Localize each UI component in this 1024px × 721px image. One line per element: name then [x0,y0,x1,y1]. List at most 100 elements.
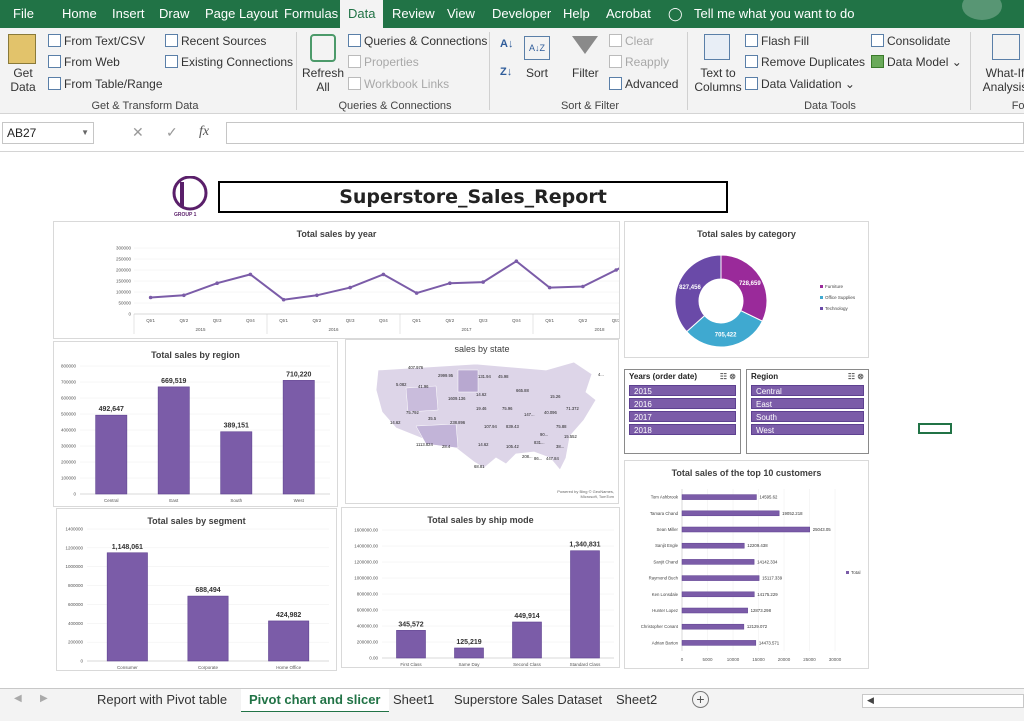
state-value-label: 90... [540,432,548,437]
sheet-tab-pivot-chart[interactable]: Pivot chart and slicer [241,689,389,713]
menu-acrobat[interactable]: Acrobat [606,0,651,28]
from-text-csv-button[interactable]: From Text/CSV [48,34,145,48]
x-tick-label: 5000 [702,657,713,662]
years-slicer[interactable]: Years (order date) ☷ ⊗ 2015 2016 2017 201… [624,369,741,454]
refresh-all-button[interactable]: Refresh All [302,66,344,94]
sales-by-segment-chart[interactable]: Total sales by segment 0 200000 400000 6000… [56,508,337,671]
cancel-icon[interactable]: ✕ [132,124,144,141]
recent-sources-button[interactable]: Recent Sources [165,34,266,48]
slicer-item-2017[interactable]: 2017 [629,411,736,422]
menu-page-layout[interactable]: Page Layout [205,0,278,28]
what-if-analysis-button[interactable]: What-If Analysis [980,66,1024,94]
y-tick-label: 200000 [116,268,132,273]
insert-function-icon[interactable]: fx [199,124,209,140]
slicer-item-west[interactable]: West [751,424,864,435]
sort-az-icon[interactable]: A↓ [500,38,513,50]
sales-by-category-chart[interactable]: Total sales by category 728,659 705,422 82… [624,221,869,358]
state-value-label: 147... [524,412,534,417]
y-tick-label: 150000 [116,279,132,284]
properties-button[interactable]: Properties [348,55,419,69]
sort-za-icon[interactable]: Z↓ [500,66,512,78]
region-bar-svg: 0 100000 200000 300000 400000 500000 600000 700… [61,364,330,503]
scroll-right-icon[interactable]: ▶ [40,693,48,704]
from-web-button[interactable]: From Web [48,55,120,69]
legend-swatch [846,571,849,574]
clear-button[interactable]: Clear [609,34,654,48]
bar [681,494,757,500]
data-model-button[interactable]: Data Model ⌄ [871,55,962,69]
sheet-tab-report[interactable]: Report with Pivot table [89,689,235,713]
text-to-columns-button[interactable]: Text to Columns [694,66,742,94]
state-value-label: 839.43 [506,424,519,429]
remove-duplicates-button[interactable]: Remove Duplicates [745,55,865,69]
consolidate-button[interactable]: Consolidate [871,34,950,48]
reapply-button[interactable]: Reapply [609,55,669,69]
worksheet-area[interactable]: GROUP 1 Superstore_Sales_Report Total sa… [0,152,1024,688]
menu-developer[interactable]: Developer [492,0,551,28]
account-icon[interactable] [962,0,1002,20]
state-value-label: 5.082 [396,382,407,387]
menu-view[interactable]: View [447,0,475,28]
legend-swatch [820,285,823,288]
top-customers-chart[interactable]: Total sales of the top 10 customers 0 500… [624,460,869,669]
horizontal-scrollbar[interactable]: ◀ [862,694,1024,708]
sort-button[interactable]: Sort [526,66,548,80]
get-data-button[interactable]: Get Data [6,66,40,94]
existing-connections-button[interactable]: Existing Connections [165,55,293,69]
flash-fill-button[interactable]: Flash Fill [745,34,809,48]
map-credit: Powered by Bing © GeoNames, Microsoft, T… [557,489,614,499]
slicer-item-east[interactable]: East [751,398,864,409]
advanced-button[interactable]: Advanced [609,77,678,91]
formula-input[interactable] [226,122,1024,144]
slicer-item-central[interactable]: Central [751,385,864,396]
menu-home[interactable]: Home [62,0,97,28]
chevron-down-icon[interactable]: ▼ [81,123,89,143]
slicer-item-2016[interactable]: 2016 [629,398,736,409]
slicer-item-2018[interactable]: 2018 [629,424,736,435]
menu-draw[interactable]: Draw [159,0,189,28]
y-tick-label: 400000 [68,621,84,626]
menu-insert[interactable]: Insert [112,0,145,28]
tell-me-search[interactable]: Tell me what you want to do [694,0,854,28]
slicer-item-2015[interactable]: 2015 [629,385,736,396]
add-sheet-icon[interactable]: + [692,691,709,708]
menu-data[interactable]: Data [340,0,384,28]
from-web-label: From Web [64,55,120,69]
queries-connections-button[interactable]: Queries & Connections [348,34,487,48]
menu-file[interactable]: File [13,0,34,28]
state-value-label: 14.62 [476,392,487,397]
clear-icon [609,34,622,47]
sheet-tab-sheet2[interactable]: Sheet2 [608,689,665,713]
name-box[interactable]: AB27 ▼ [2,122,94,144]
data-point [514,259,519,263]
logo-text: GROUP 1 [174,212,197,218]
menu-help[interactable]: Help [563,0,590,28]
x-tick-label: Standard Class [570,662,602,667]
group-get-transform: Get & Transform Data [91,100,199,112]
clear-filter-icon[interactable]: ☷ ⊗ [848,372,864,381]
scroll-left-icon[interactable]: ◀ [14,693,22,704]
menu-review[interactable]: Review [392,0,435,28]
state-value-label: 15.552 [564,434,577,439]
enter-icon[interactable]: ✓ [166,124,178,141]
selected-cell[interactable] [918,423,952,434]
sales-by-state-map[interactable]: sales by state 407.976 2999.95 131.94 45.98… [345,339,619,504]
menu-formulas[interactable]: Formulas [284,0,338,28]
sheet-tab-dataset[interactable]: Superstore Sales Dataset [446,689,610,713]
from-table-range-button[interactable]: From Table/Range [48,77,163,91]
data-validation-button[interactable]: Data Validation ⌄ [745,77,855,91]
legend-label: Total [851,570,861,575]
x-tick-label: Qtr1 [412,318,421,323]
sheet-tab-sheet1[interactable]: Sheet1 [385,689,442,713]
reapply-label: Reapply [625,55,670,69]
slicer-item-south[interactable]: South [751,411,864,422]
sales-by-ship-mode-chart[interactable]: Total sales by ship mode 0.00 200000.00 40… [341,507,620,668]
sales-by-year-chart[interactable]: Total sales by year 0 50000 100000 150000 20… [53,221,620,339]
clear-filter-icon[interactable]: ☷ ⊗ [720,372,736,381]
workbook-links-button[interactable]: Workbook Links [348,77,449,91]
remove-duplicates-icon [745,55,758,68]
region-slicer[interactable]: Region ☷ ⊗ Central East South West [746,369,869,454]
scroll-left-arrow-icon[interactable]: ◀ [867,695,874,706]
filter-button[interactable]: Filter [572,66,599,80]
sales-by-region-chart[interactable]: Total sales by region 0 100000 200000 30000… [53,341,338,507]
